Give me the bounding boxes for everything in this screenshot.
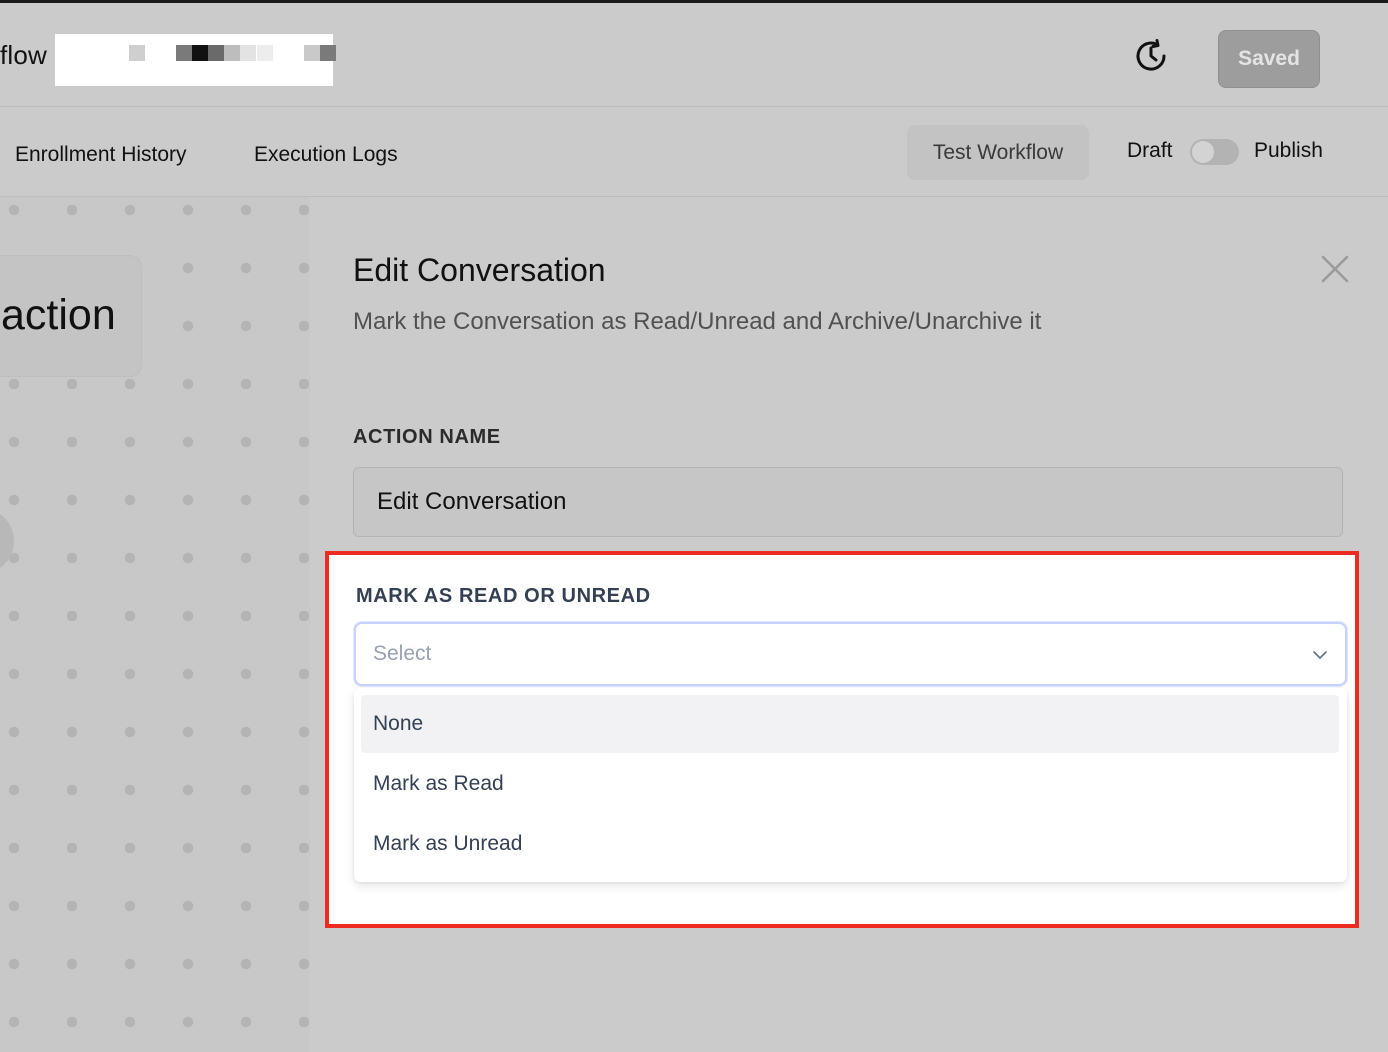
add-node-circle[interactable] [0,508,14,574]
close-button[interactable] [1318,252,1352,286]
redaction-pixel [208,45,224,61]
history-clock-icon [1136,39,1166,71]
drawer-title: Edit Conversation [353,252,606,288]
action-name-label: ACTION NAME [353,426,501,448]
workflow-canvas: action [0,197,310,1052]
redaction-pixel [192,45,208,61]
tab-execution-logs[interactable]: Execution Logs [254,143,398,167]
publish-toggle[interactable] [1190,139,1239,165]
mark-read-unread-section: MARK AS READ OR UNREAD Select None Mark … [325,551,1359,928]
option-label: None [373,712,424,735]
drawer-subtitle: Mark the Conversation as Read/Unread and… [353,308,1042,335]
action-node-label: action [1,291,116,339]
redaction-pixel [240,45,256,61]
redaction-pixel [129,45,145,61]
test-workflow-button[interactable]: Test Workflow [907,125,1089,180]
action-name-input[interactable]: Edit Conversation [353,467,1343,537]
option-label: Mark as Unread [373,832,523,855]
mark-read-unread-select[interactable]: Select [354,622,1347,686]
redacted-workflow-name [55,34,336,86]
chevron-down-icon [1313,651,1327,659]
redaction-pixel [304,45,320,61]
mark-read-unread-label: MARK AS READ OR UNREAD [356,585,651,607]
workflow-title: flow [0,40,48,70]
redaction-pixel [320,45,336,61]
option-mark-as-unread[interactable]: Mark as Unread [361,815,1339,873]
workflow-subnav: Enrollment History Execution Logs Test W… [0,107,1388,197]
publish-label: Publish [1254,139,1323,162]
select-placeholder: Select [373,642,432,665]
redaction-pixel [257,45,273,61]
option-none[interactable]: None [361,695,1339,753]
redaction-pixel [224,45,240,61]
option-mark-as-read[interactable]: Mark as Read [361,755,1339,813]
saved-button[interactable]: Saved [1218,30,1320,88]
top-header: flow Saved [0,3,1388,107]
toggle-knob [1192,141,1214,163]
draft-label: Draft [1127,139,1173,162]
option-label: Mark as Read [373,772,504,795]
workflow-action-node[interactable]: action [0,255,142,377]
tab-enrollment-history[interactable]: Enrollment History [15,143,187,167]
select-dropdown-menu: None Mark as Read Mark as Unread [354,688,1347,882]
redaction-pixel [176,45,192,61]
close-icon [1321,255,1349,283]
history-button[interactable] [1132,37,1170,75]
